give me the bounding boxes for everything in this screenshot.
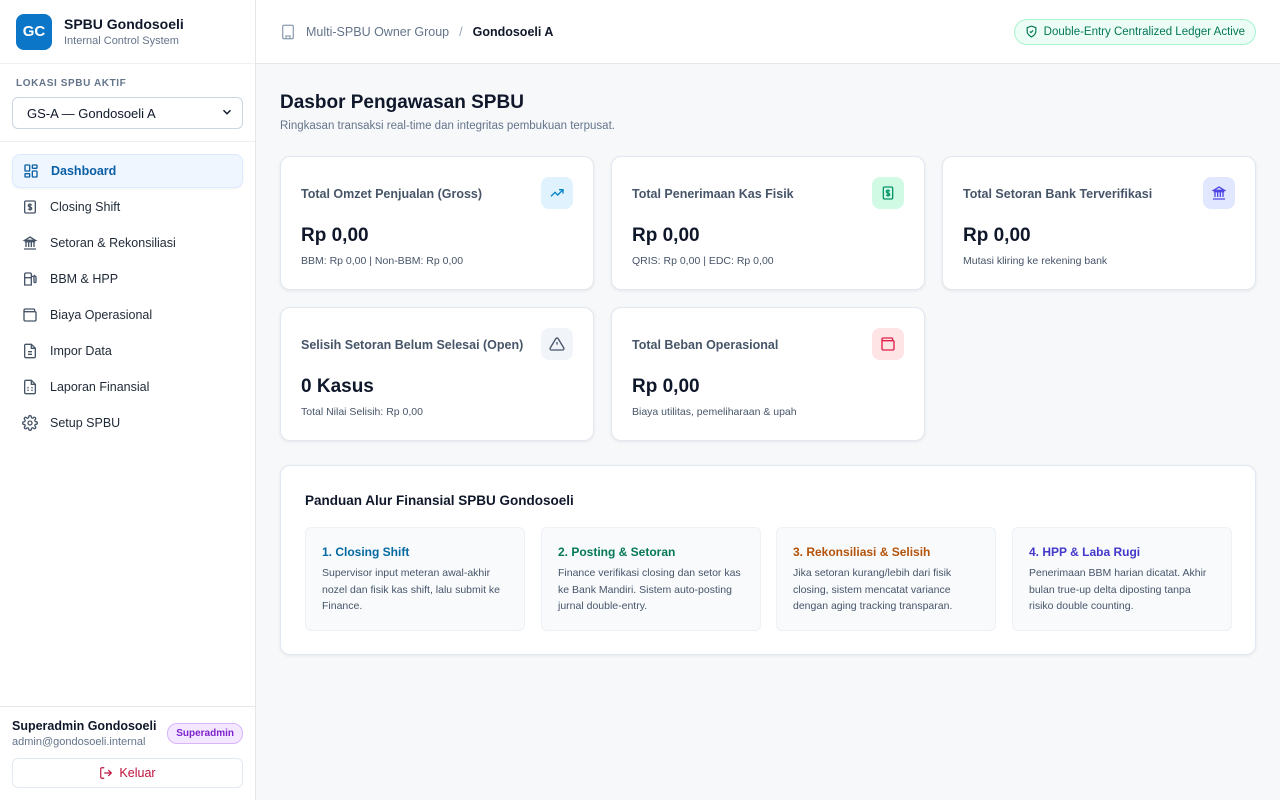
report-icon (22, 379, 38, 395)
location-select[interactable]: GS-A — Gondosoeli A (12, 97, 243, 129)
card-note: QRIS: Rp 0,00 | EDC: Rp 0,00 (632, 255, 774, 267)
guide-step-rekonsiliasi: 3. Rekonsiliasi & Selisih Jika setoran k… (776, 527, 996, 631)
step-title: 1. Closing Shift (322, 545, 410, 559)
sidebar-nav: Dashboard Closing Shift Setoran & Rekons… (0, 142, 255, 454)
sidebar-item-label: Impor Data (50, 344, 112, 358)
sidebar-item-dashboard[interactable]: Dashboard (12, 154, 243, 188)
warning-icon (541, 328, 573, 360)
guide-step-posting-setoran: 2. Posting & Setoran Finance verifikasi … (541, 527, 761, 631)
sidebar-item-label: Setup SPBU (50, 416, 121, 430)
step-title: 4. HPP & Laba Rugi (1029, 545, 1141, 559)
fuel-icon (22, 271, 38, 287)
user-panel: Superadmin Gondosoeli admin@gondosoeli.i… (0, 706, 255, 800)
step-text: Jika setoran kurang/lebih dari fisik clo… (793, 567, 953, 612)
breadcrumb-group[interactable]: Multi-SPBU Owner Group (306, 25, 449, 39)
step-title: 2. Posting & Setoran (558, 545, 676, 559)
dashboard-icon (23, 163, 39, 179)
card-note: BBM: Rp 0,00 | Non-BBM: Rp 0,00 (301, 255, 464, 267)
financial-flow-guide: Panduan Alur Finansial SPBU Gondosoeli 1… (280, 465, 1256, 655)
brand-logo: GC (16, 13, 52, 50)
card-title: Total Omzet Penjualan (Gross) (301, 187, 483, 201)
step-text: Supervisor input meteran awal-akhir noze… (322, 567, 500, 612)
sidebar: GC SPBU Gondosoeli Internal Control Syst… (0, 0, 256, 800)
stat-card-omzet: Total Omzet Penjualan (Gross) Rp 0,00 BB… (280, 156, 594, 290)
guide-step-closing-shift: 1. Closing Shift Supervisor input metera… (305, 527, 525, 631)
card-title: Total Setoran Bank Terverifikasi (963, 187, 1153, 201)
page-subtitle: Ringkasan transaksi real-time dan integr… (280, 120, 615, 132)
location-label: LOKASI SPBU AKTIF (16, 78, 127, 89)
location-selected-value: GS-A — Gondosoeli A (27, 105, 156, 121)
sidebar-item-label: BBM & HPP (50, 272, 119, 286)
main-content: Dasbor Pengawasan SPBU Ringkasan transak… (280, 64, 1256, 655)
dollar-icon (22, 199, 38, 215)
card-note: Total Nilai Selisih: Rp 0,00 (301, 406, 423, 418)
card-value: Rp 0,00 (963, 225, 1031, 246)
sidebar-item-label: Biaya Operasional (50, 308, 153, 322)
stat-card-selisih: Selisih Setoran Belum Selesai (Open) 0 K… (280, 307, 594, 441)
sidebar-item-label: Setoran & Rekonsiliasi (50, 236, 176, 250)
sidebar-item-laporan-finansial[interactable]: Laporan Finansial (12, 370, 243, 404)
brand-name: SPBU Gondosoeli (64, 16, 184, 32)
sidebar-item-setoran[interactable]: Setoran & Rekonsiliasi (12, 226, 243, 260)
sidebar-item-setup-spbu[interactable]: Setup SPBU (12, 406, 243, 440)
card-title: Selisih Setoran Belum Selesai (Open) (301, 338, 524, 352)
trending-up-icon (541, 177, 573, 209)
sidebar-item-label: Dashboard (51, 164, 117, 178)
brand: GC SPBU Gondosoeli Internal Control Syst… (0, 0, 255, 64)
breadcrumb-current: Gondosoeli A (472, 24, 554, 39)
file-icon (22, 343, 38, 359)
sidebar-item-closing-shift[interactable]: Closing Shift (12, 190, 243, 224)
sidebar-item-label: Laporan Finansial (50, 380, 150, 394)
sidebar-item-bbm-hpp[interactable]: BBM & HPP (12, 262, 243, 296)
card-note: Mutasi kliring ke rekening bank (963, 255, 1108, 267)
stat-card-kas-fisik: Total Penerimaan Kas Fisik Rp 0,00 QRIS:… (611, 156, 925, 290)
logout-button[interactable]: Keluar (12, 758, 243, 788)
user-email: admin@gondosoeli.internal (12, 736, 146, 748)
card-title: Total Beban Operasional (632, 338, 779, 352)
topbar: Multi-SPBU Owner Group / Gondosoeli A Do… (256, 0, 1280, 64)
building-icon (280, 24, 296, 40)
card-value: Rp 0,00 (301, 225, 369, 246)
user-name: Superadmin Gondosoeli (12, 719, 157, 733)
bank-icon (22, 235, 38, 251)
chevron-down-icon (220, 105, 234, 122)
ledger-status-badge: Double-Entry Centralized Ledger Active (1013, 18, 1256, 45)
step-title: 3. Rekonsiliasi & Selisih (793, 545, 931, 559)
card-value: 0 Kasus (301, 376, 374, 397)
shield-check-icon (1025, 25, 1038, 38)
guide-step-hpp-laba-rugi: 4. HPP & Laba Rugi Penerimaan BBM harian… (1012, 527, 1232, 631)
wallet-icon (22, 307, 38, 323)
bank-icon (1203, 177, 1235, 209)
page-title: Dasbor Pengawasan SPBU (280, 92, 524, 113)
card-title: Total Penerimaan Kas Fisik (632, 187, 794, 201)
breadcrumb: Multi-SPBU Owner Group / Gondosoeli A (280, 24, 553, 40)
card-value: Rp 0,00 (632, 225, 700, 246)
logout-icon (99, 766, 113, 780)
card-value: Rp 0,00 (632, 376, 700, 397)
logout-label: Keluar (119, 766, 156, 780)
step-text: Penerimaan BBM harian dicatat. Akhir bul… (1029, 567, 1207, 612)
step-text: Finance verifikasi closing dan setor kas… (558, 567, 741, 612)
role-badge: Superadmin (167, 723, 243, 744)
sidebar-item-label: Closing Shift (50, 200, 121, 214)
card-note: Biaya utilitas, pemeliharaan & upah (632, 406, 797, 418)
breadcrumb-separator: / (459, 24, 463, 39)
sidebar-item-impor-data[interactable]: Impor Data (12, 334, 243, 368)
ledger-status-label: Double-Entry Centralized Ledger Active (1043, 25, 1245, 38)
stat-card-beban-operasional: Total Beban Operasional Rp 0,00 Biaya ut… (611, 307, 925, 441)
sidebar-item-biaya-operasional[interactable]: Biaya Operasional (12, 298, 243, 332)
brand-subtitle: Internal Control System (64, 35, 179, 47)
cash-icon (872, 177, 904, 209)
gear-icon (22, 415, 38, 431)
stat-card-setoran-bank: Total Setoran Bank Terverifikasi Rp 0,00… (942, 156, 1256, 290)
wallet-icon (872, 328, 904, 360)
guide-title: Panduan Alur Finansial SPBU Gondosoeli (305, 493, 574, 508)
location-section: LOKASI SPBU AKTIF GS-A — Gondosoeli A (0, 64, 255, 142)
